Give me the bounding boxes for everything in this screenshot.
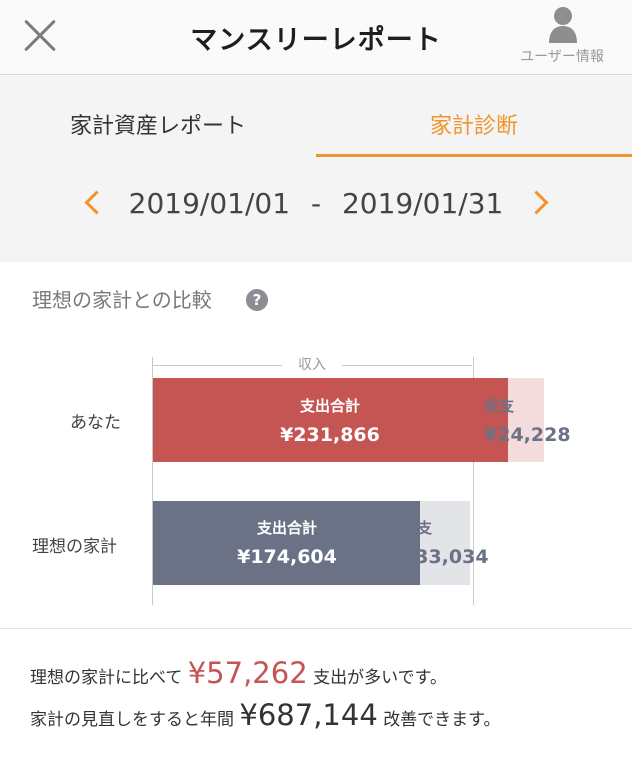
you-balance-value: ¥24,228 <box>484 424 571 446</box>
app-header: マンスリーレポート ユーザー情報 <box>0 0 632 75</box>
comparison-title: 理想の家計との比較 <box>32 288 212 312</box>
divider <box>0 628 632 629</box>
ideal-balance-value: ¥33,034 <box>402 546 489 568</box>
ideal-expense-label: 支出合計 <box>256 519 317 537</box>
row-label-ideal: 理想の家計 <box>32 537 117 557</box>
you-expense-label: 支出合計 <box>299 397 360 415</box>
row-label-you: あなた <box>70 413 121 433</box>
you-expense-value: ¥231,866 <box>280 424 380 446</box>
user-info-label: ユーザー情報 <box>520 49 604 65</box>
you-expense-text: 支出合計 ¥231,866 <box>260 395 400 446</box>
summary-line-2: 家計の見直しをすると年間 ¥687,144 改善できます。 <box>30 698 501 732</box>
ideal-balance-label: 収支 <box>402 519 433 537</box>
chevron-right-icon[interactable] <box>524 190 549 215</box>
date-range: 2019/01/01 - 2019/01/31 <box>110 187 522 220</box>
summary-line1-prefix: 理想の家計に比べて <box>30 668 183 688</box>
tab-household-assets-report[interactable]: 家計資産レポート <box>0 75 316 157</box>
chevron-left-icon[interactable] <box>84 190 109 215</box>
summary-line2-prefix: 家計の見直しをすると年間 <box>30 710 234 730</box>
you-balance-text: 収支 ¥24,228 <box>484 395 571 446</box>
period-separator: - <box>310 187 322 220</box>
period-start: 2019/01/01 <box>128 187 291 220</box>
comparison-card: 理想の家計との比較 ? 収入 あなた 支出合計 ¥231,866 収支 ¥24,… <box>0 262 632 784</box>
user-icon <box>549 7 577 43</box>
summary-line2-suffix: 改善できます。 <box>383 710 501 730</box>
period-selector: 2019/01/01 - 2019/01/31 <box>0 157 632 261</box>
tab-household-diagnosis[interactable]: 家計診断 <box>316 75 632 159</box>
ideal-balance-text: 収支 ¥33,034 <box>402 517 489 568</box>
you-balance-label: 収支 <box>484 397 515 415</box>
summary-annual-amount: ¥687,144 <box>239 698 378 732</box>
summary-line-1: 理想の家計に比べて ¥57,262 支出が多いです。 <box>30 656 447 690</box>
summary-excess-amount: ¥57,262 <box>187 656 308 690</box>
ideal-expense-text: 支出合計 ¥174,604 <box>217 517 357 568</box>
user-info-button[interactable]: ユーザー情報 <box>512 6 612 68</box>
help-icon[interactable]: ? <box>246 289 268 311</box>
period-end: 2019/01/31 <box>341 187 504 220</box>
income-label: 収入 <box>282 354 342 374</box>
report-tabs: 家計資産レポート 家計診断 <box>0 75 632 159</box>
summary-line1-suffix: 支出が多いです。 <box>313 668 447 688</box>
ideal-expense-value: ¥174,604 <box>237 546 337 568</box>
